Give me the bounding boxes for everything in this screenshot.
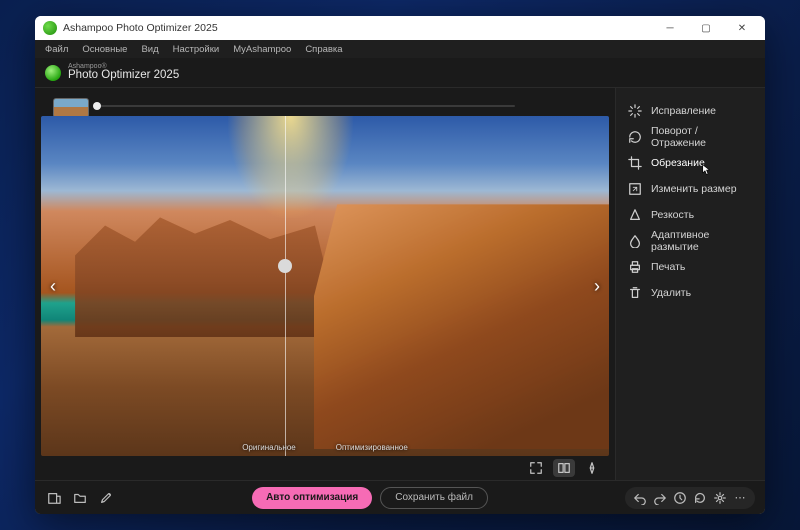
compare-handle[interactable] (278, 259, 292, 273)
brush-icon[interactable] (97, 489, 115, 507)
compare-divider[interactable] (285, 116, 286, 456)
settings-icon[interactable] (711, 489, 729, 507)
sharpen-icon (628, 208, 642, 222)
tool-delete[interactable]: Удалить (616, 280, 765, 306)
app-icon (43, 21, 57, 35)
tool-crop-label: Обрезание (651, 157, 705, 169)
auto-optimize-button[interactable]: Авто оптимизация (252, 487, 372, 509)
tool-resize[interactable]: Изменить размер (616, 176, 765, 202)
sparkle-icon (628, 104, 642, 118)
tool-delete-label: Удалить (651, 287, 691, 299)
print-icon (628, 260, 642, 274)
reset-icon[interactable] (691, 489, 709, 507)
add-folder-icon[interactable] (71, 489, 89, 507)
brand-logo-icon (45, 65, 61, 81)
footer: Авто оптимизация Сохранить файл ⋯ (35, 480, 765, 514)
tool-sharpen-label: Резкость (651, 209, 694, 221)
quick-action-icon[interactable] (581, 459, 603, 477)
window-title: Ashampoo Photo Optimizer 2025 (63, 22, 218, 34)
menu-help[interactable]: Справка (305, 44, 342, 55)
tool-print[interactable]: Печать (616, 254, 765, 280)
blur-icon (628, 234, 642, 248)
minimize-button[interactable]: ─ (655, 16, 685, 40)
close-button[interactable]: ✕ (727, 16, 757, 40)
undo-icon[interactable] (631, 489, 649, 507)
optimized-label: Оптимизированное (336, 443, 408, 452)
tool-print-label: Печать (651, 261, 685, 273)
app-window: Ashampoo Photo Optimizer 2025 ─ ▢ ✕ Файл… (35, 16, 765, 514)
viewer-toolbar (41, 456, 609, 480)
resize-icon (628, 182, 642, 196)
history-icon[interactable] (671, 489, 689, 507)
redo-icon[interactable] (651, 489, 669, 507)
menu-settings[interactable]: Настройки (173, 44, 220, 55)
prev-image-button[interactable]: ‹ (45, 273, 61, 299)
tool-rotate-label: Поворот / Отражение (651, 125, 753, 149)
crop-icon (628, 156, 642, 170)
add-file-icon[interactable] (45, 489, 63, 507)
app-body: Файл Основные Вид Настройки MyAshampoo С… (35, 40, 765, 514)
delete-icon (628, 286, 642, 300)
next-image-button[interactable]: › (589, 273, 605, 299)
titlebar[interactable]: Ashampoo Photo Optimizer 2025 ─ ▢ ✕ (35, 16, 765, 40)
menu-basic[interactable]: Основные (82, 44, 127, 55)
rotate-icon (628, 130, 642, 144)
thumbnail[interactable] (53, 98, 89, 118)
maximize-button[interactable]: ▢ (691, 16, 721, 40)
menu-file[interactable]: Файл (45, 44, 68, 55)
history-group: ⋯ (625, 487, 755, 509)
tool-sidebar: Исправление Поворот / Отражение Обрезани… (615, 88, 765, 480)
menu-myashampoo[interactable]: MyAshampoo (233, 44, 291, 55)
menu-view[interactable]: Вид (141, 44, 158, 55)
tool-sharpen[interactable]: Резкость (616, 202, 765, 228)
tool-crop[interactable]: Обрезание (616, 150, 765, 176)
tool-resize-label: Изменить размер (651, 183, 737, 195)
save-file-button[interactable]: Сохранить файл (380, 487, 488, 509)
fit-screen-icon[interactable] (525, 459, 547, 477)
more-icon[interactable]: ⋯ (731, 489, 749, 507)
menubar: Файл Основные Вид Настройки MyAshampoo С… (35, 40, 765, 58)
tool-fix[interactable]: Исправление (616, 98, 765, 124)
brand-name: Photo Optimizer 2025 (68, 70, 179, 82)
tool-rotate[interactable]: Поворот / Отражение (616, 124, 765, 150)
tool-fix-label: Исправление (651, 105, 716, 117)
tool-blur[interactable]: Адаптивное размытие (616, 228, 765, 254)
compare-labels: Оригинальное Оптимизированное (41, 443, 609, 452)
original-label: Оригинальное (242, 443, 296, 452)
tool-blur-label: Адаптивное размытие (651, 229, 753, 253)
brand-bar: Ashampoo® Photo Optimizer 2025 (35, 58, 765, 88)
compare-view-icon[interactable] (553, 459, 575, 477)
viewer: ‹ › Оригинальное Оптимизированное (35, 88, 615, 480)
zoom-slider[interactable] (95, 105, 515, 107)
image-canvas[interactable]: ‹ › Оригинальное Оптимизированное (41, 116, 609, 456)
